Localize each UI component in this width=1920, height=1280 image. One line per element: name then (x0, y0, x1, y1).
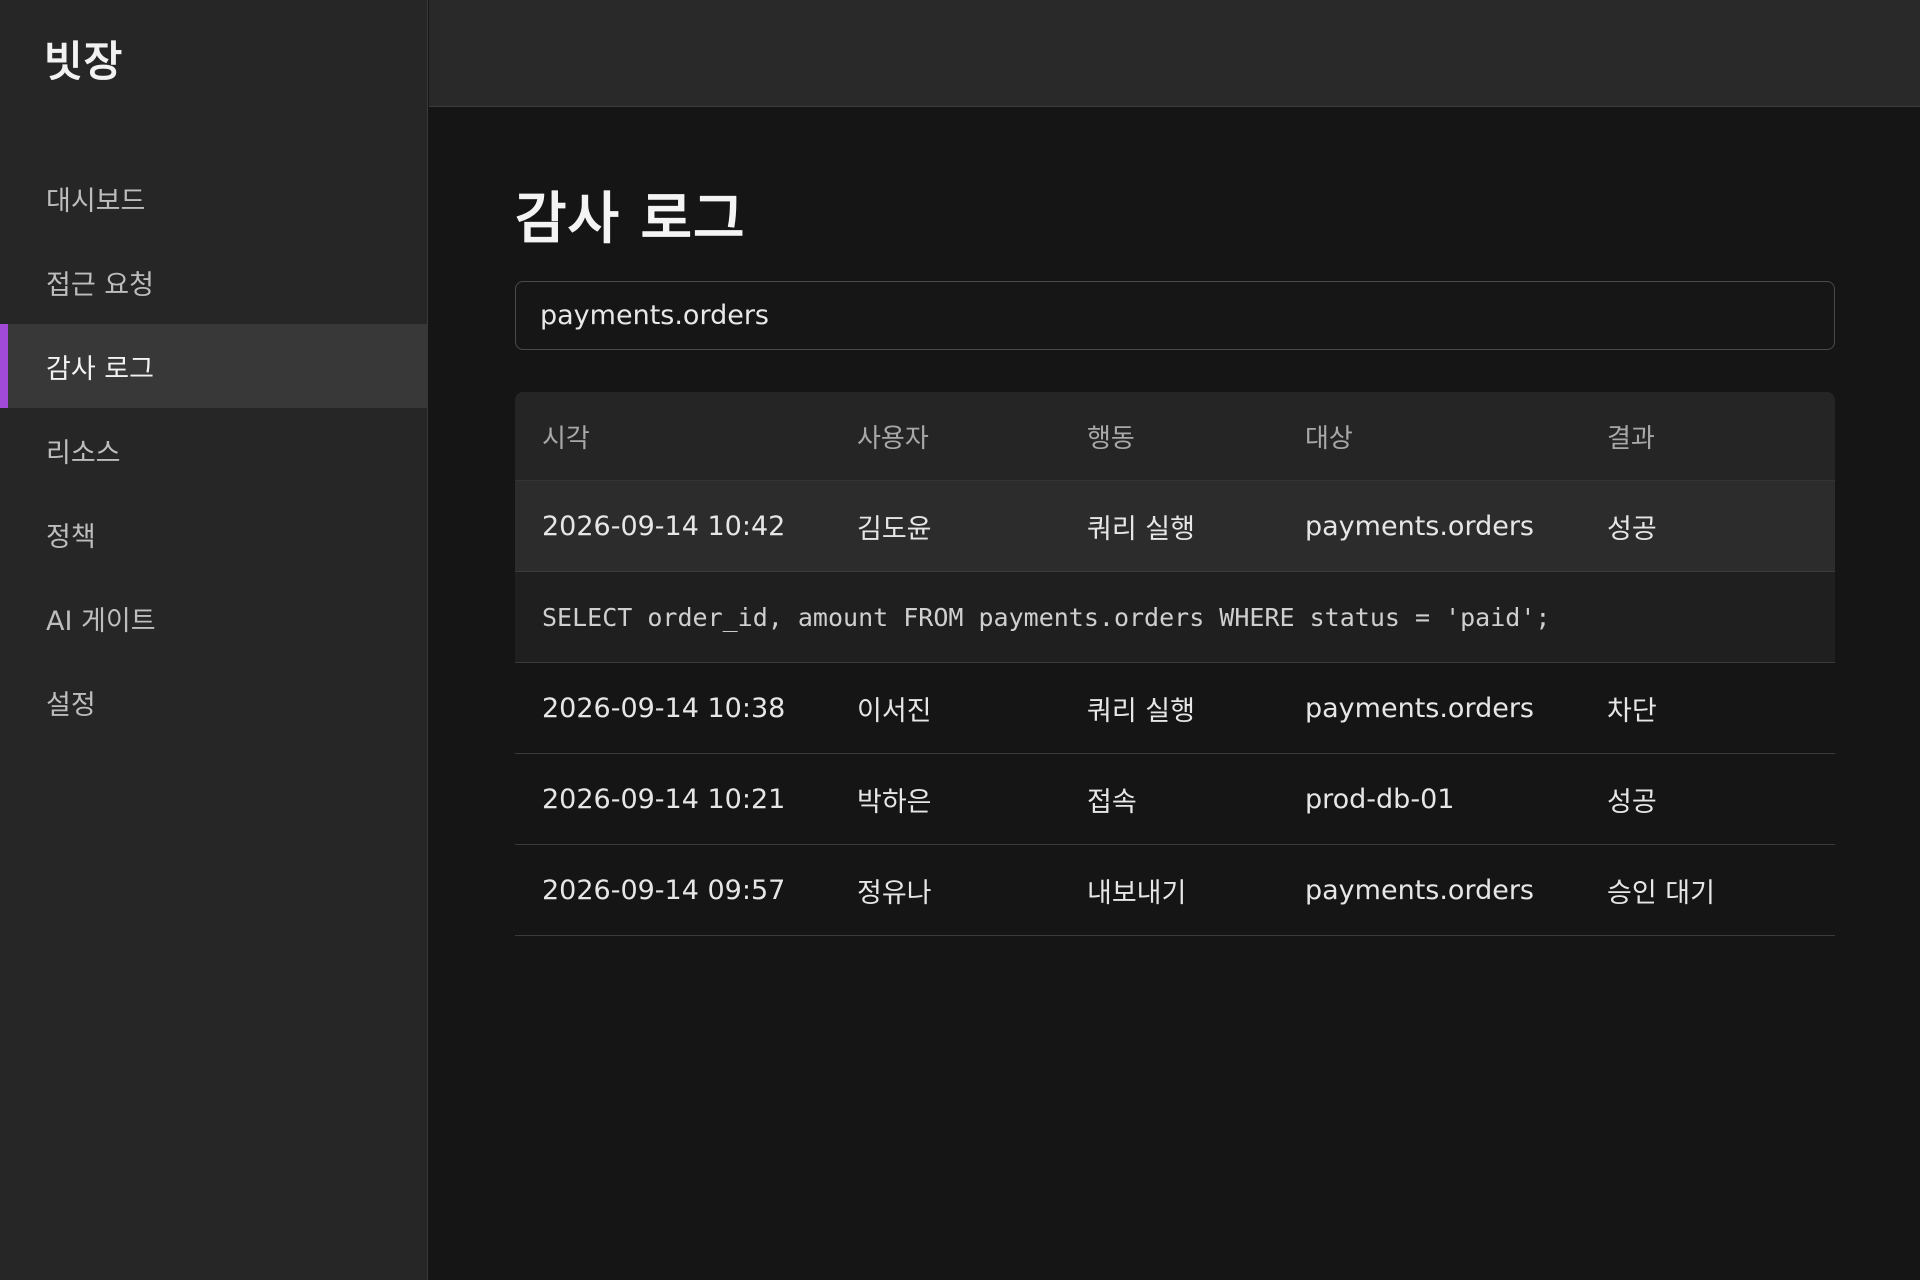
cell-target: payments.orders (1305, 874, 1534, 906)
sql-query-text: SELECT order_id, amount FROM payments.or… (542, 602, 1551, 632)
top-bar (429, 0, 1920, 107)
sidebar-item-label: 대시보드 (46, 185, 146, 217)
sidebar-item-resources[interactable]: 리소스 (0, 408, 428, 492)
cell-user: 이서진 (857, 695, 932, 727)
table-row[interactable]: 2026-09-14 09:57 정유나 내보내기 payments.order… (515, 845, 1835, 936)
table-row[interactable]: 2026-09-14 10:38 이서진 쿼리 실행 payments.orde… (515, 663, 1835, 754)
column-header-target[interactable]: 대상 (1305, 418, 1607, 455)
sidebar-item-label: 정책 (46, 521, 96, 553)
cell-target: prod-db-01 (1305, 783, 1455, 815)
table-header: 시각 사용자 행동 대상 결과 (515, 392, 1835, 481)
main-content: 감사 로그 시각 사용자 행동 대상 결과 2026-09-14 10:42 김… (429, 108, 1920, 1280)
cell-action: 쿼리 실행 (1087, 695, 1195, 727)
sidebar-item-access-requests[interactable]: 접근 요청 (0, 240, 428, 324)
sidebar-item-ai-gate[interactable]: AI 게이트 (0, 576, 428, 660)
row-detail-query: SELECT order_id, amount FROM payments.or… (515, 572, 1835, 663)
app-root: 빗장 대시보드 접근 요청 감사 로그 리소스 정책 AI 게이트 설정 감사 … (0, 0, 1920, 1280)
sidebar-item-label: 감사 로그 (46, 353, 154, 385)
sidebar-item-label: 리소스 (46, 437, 121, 469)
cell-target: payments.orders (1305, 692, 1534, 724)
sidebar-item-audit-log[interactable]: 감사 로그 (0, 324, 428, 408)
table-row[interactable]: 2026-09-14 10:21 박하은 접속 prod-db-01 성공 (515, 754, 1835, 845)
cell-target: payments.orders (1305, 510, 1534, 542)
sidebar-item-label: 접근 요청 (46, 269, 154, 301)
cell-user: 박하은 (857, 786, 932, 818)
cell-time: 2026-09-14 10:42 (542, 510, 786, 542)
sidebar-item-label: AI 게이트 (46, 605, 156, 637)
cell-time: 2026-09-14 09:57 (542, 874, 786, 906)
sidebar-item-policies[interactable]: 정책 (0, 492, 428, 576)
cell-user: 정유나 (857, 877, 932, 909)
table-row[interactable]: 2026-09-14 10:42 김도윤 쿼리 실행 payments.orde… (515, 481, 1835, 572)
cell-time: 2026-09-14 10:38 (542, 692, 786, 724)
sidebar-item-label: 설정 (46, 689, 96, 721)
audit-log-table: 시각 사용자 행동 대상 결과 2026-09-14 10:42 김도윤 쿼리 … (515, 392, 1835, 936)
cell-result: 승인 대기 (1607, 877, 1715, 909)
cell-result: 성공 (1607, 513, 1657, 545)
cell-result: 차단 (1607, 695, 1657, 727)
cell-user: 김도윤 (857, 513, 932, 545)
cell-result: 성공 (1607, 786, 1657, 818)
column-header-user[interactable]: 사용자 (857, 418, 1087, 455)
column-header-result[interactable]: 결과 (1607, 418, 1807, 455)
sidebar-item-dashboard[interactable]: 대시보드 (0, 156, 428, 240)
cell-action: 접속 (1087, 786, 1137, 818)
page-title: 감사 로그 (515, 187, 746, 252)
sidebar-item-settings[interactable]: 설정 (0, 660, 428, 744)
cell-action: 내보내기 (1087, 877, 1187, 909)
sidebar-nav: 대시보드 접근 요청 감사 로그 리소스 정책 AI 게이트 설정 (0, 156, 428, 744)
cell-action: 쿼리 실행 (1087, 513, 1195, 545)
column-header-action[interactable]: 행동 (1087, 418, 1305, 455)
column-header-time[interactable]: 시각 (542, 418, 857, 455)
brand-logo[interactable]: 빗장 (44, 28, 123, 89)
cell-time: 2026-09-14 10:21 (542, 783, 786, 815)
sidebar: 빗장 대시보드 접근 요청 감사 로그 리소스 정책 AI 게이트 설정 (0, 0, 428, 1280)
search-input[interactable] (515, 281, 1835, 350)
